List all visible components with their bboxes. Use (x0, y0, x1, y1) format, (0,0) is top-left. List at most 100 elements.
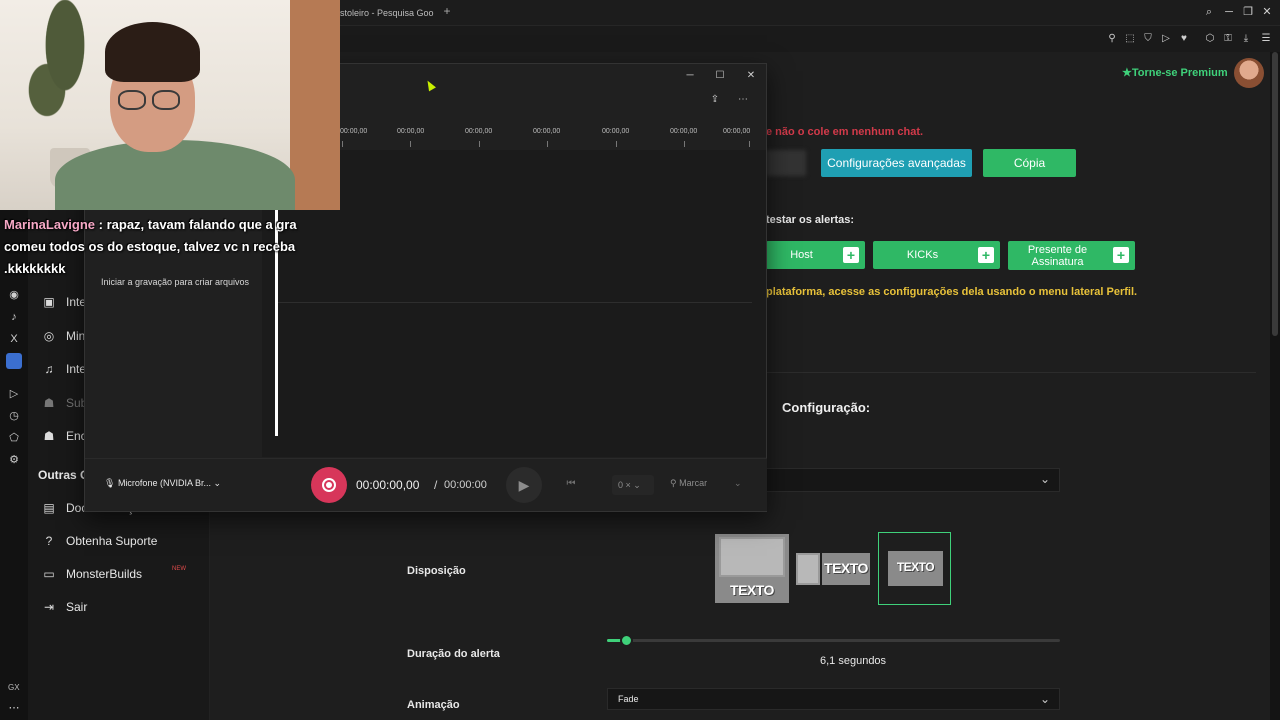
tick-mark (684, 141, 685, 147)
config-title: Configuração: (782, 400, 871, 415)
glasses-right (152, 90, 180, 110)
sidebar-item-music[interactable]: ♫ Inte (40, 359, 87, 379)
mark-button[interactable]: ⚲ Marcar (670, 478, 707, 489)
shield-icon[interactable]: ⛉ (1141, 32, 1155, 46)
layout-text: TEXTO (896, 560, 935, 574)
animation-label: Animação (407, 699, 460, 711)
image-icon (796, 553, 820, 585)
group-icon: ☗ (43, 429, 55, 443)
layout-text: TEXTO (824, 560, 868, 576)
menu-icon[interactable]: ☰ (1259, 32, 1273, 46)
more-options-button[interactable]: ⋯ (736, 93, 750, 107)
sidebar-item-interactions[interactable]: ▣ Inte (40, 292, 86, 312)
glasses-left (118, 90, 146, 110)
timeline-tick: 00:00,00 (723, 128, 751, 135)
tiktok-icon[interactable]: ♪ (6, 309, 22, 325)
chevron-down-icon[interactable]: ⌄ (734, 478, 742, 489)
browser-toolbar (340, 26, 1280, 52)
test-kicks-button[interactable]: KICKs + (873, 241, 1000, 269)
new-tab-button[interactable]: + (441, 5, 453, 17)
divider (766, 372, 1256, 373)
tick-mark (616, 141, 617, 147)
extensions-icon[interactable]: ⬡ (1203, 32, 1217, 46)
tick-mark (547, 141, 548, 147)
play-icon[interactable]: ▷ (1159, 32, 1173, 46)
app-icon[interactable] (6, 353, 22, 369)
timeline-tick: 00:00,00 (533, 128, 561, 135)
animation-value: Fade (618, 694, 639, 704)
time-separator: / (434, 478, 438, 492)
minimize-button[interactable]: ─ (683, 69, 697, 83)
logout-icon: ⇥ (43, 600, 55, 614)
total-time: 00:00:00 (444, 479, 487, 491)
test-gift-sub-button[interactable]: Presente de Assinatura + (1008, 241, 1135, 270)
plant (20, 0, 110, 150)
more-icon[interactable]: ⋯ (6, 700, 22, 716)
maximize-button[interactable]: ❐ (1239, 4, 1257, 20)
scrollbar[interactable] (1272, 52, 1278, 336)
advanced-settings-button[interactable]: Configurações avançadas (821, 149, 972, 177)
layout-option-stacked[interactable]: TEXTO (715, 534, 789, 603)
layout-text: TEXTO (730, 582, 774, 598)
test-host-button[interactable]: Host + (766, 241, 865, 269)
sidebar-item-minigames[interactable]: ◎ Mini (40, 326, 88, 346)
close-button[interactable]: ✕ (1258, 4, 1276, 20)
sidebar-item-monsterbuilds[interactable]: ▭ MonsterBuilds (40, 564, 142, 584)
button-label: Presente de Assinatura (1027, 243, 1088, 268)
close-button[interactable]: ✕ (744, 69, 758, 83)
history-icon[interactable]: ◷ (6, 408, 22, 424)
docs-icon: ▤ (43, 501, 55, 515)
pin-icon[interactable]: ⚲ (1105, 32, 1119, 46)
image-icon (719, 537, 785, 577)
extensions-icon[interactable]: ⬠ (6, 430, 22, 446)
chevron-down-icon: ⌄ (213, 478, 222, 488)
sidebar-item-label: Obtenha Suporte (66, 534, 158, 548)
new-badge: NEW (172, 566, 186, 572)
minimize-button[interactable]: ─ (1220, 4, 1238, 20)
gamepad-icon: ◎ (43, 329, 55, 343)
layout-option-overlay[interactable]: TEXTO (878, 532, 951, 605)
sidebar-item-label: Inte (66, 295, 87, 309)
browser-tab[interactable]: stoleiro - Pesquisa Goo (340, 4, 436, 22)
config-select[interactable] (766, 468, 1060, 492)
person-hair (105, 22, 200, 82)
microphone-select[interactable]: 🎙︎ Microfone (NVIDIA Br... ⌄ (104, 478, 221, 489)
timeline-tick: 00:00,00 (465, 128, 493, 135)
player-icon[interactable]: ▷ (6, 386, 22, 402)
search-icon[interactable]: ⌕ (1200, 4, 1218, 20)
play-button[interactable]: ▶ (506, 467, 542, 503)
duration-value: 6,1 segundos (820, 655, 887, 667)
sidebar-item-logout[interactable]: ⇥ Sair (40, 597, 87, 617)
premium-link[interactable]: ★Torne-se Premium (1122, 66, 1228, 79)
heart-icon[interactable]: ♥ (1177, 32, 1191, 46)
speed-select[interactable]: 0 × ⌄ (612, 475, 654, 495)
sidebar-item-label: Sair (66, 600, 88, 614)
layout-label: Disposição (407, 565, 466, 577)
copy-button[interactable]: Cópia (983, 149, 1076, 177)
tick-mark (410, 141, 411, 147)
animation-select[interactable] (607, 688, 1060, 710)
current-time: 00:00:00,00 (356, 478, 420, 492)
duration-slider[interactable] (607, 639, 1060, 642)
sidebar-item-subs[interactable]: ☗ Sub (40, 393, 88, 413)
laptop-icon: ▭ (43, 567, 55, 581)
layout-option-side[interactable]: TEXTO (796, 551, 870, 587)
timeline-tick: 00:00,00 (397, 128, 425, 135)
share-icon[interactable]: ⇪ (708, 93, 722, 107)
download-icon[interactable]: ⤓ (1239, 32, 1253, 46)
tick-mark (749, 141, 750, 147)
instagram-icon[interactable]: ◉ (6, 287, 22, 303)
speed-value: 0 × (618, 480, 631, 490)
plus-icon: + (843, 247, 859, 263)
lock-icon[interactable]: ⚿ (1221, 32, 1235, 46)
x-icon[interactable]: X (6, 331, 22, 347)
skip-back-icon[interactable]: ⏮ (564, 477, 578, 491)
avatar[interactable] (1234, 58, 1264, 88)
mark-label: Marcar (679, 478, 708, 488)
snapshot-icon[interactable]: ⬚ (1123, 32, 1137, 46)
chevron-down-icon: ⌄ (1040, 472, 1051, 486)
gear-icon[interactable]: ⚙ (6, 452, 22, 468)
maximize-button[interactable]: ☐ (713, 69, 727, 83)
sidebar-item-support[interactable]: ? Obtenha Suporte (40, 531, 158, 551)
sidebar-item-label: MonsterBuilds (66, 567, 143, 581)
